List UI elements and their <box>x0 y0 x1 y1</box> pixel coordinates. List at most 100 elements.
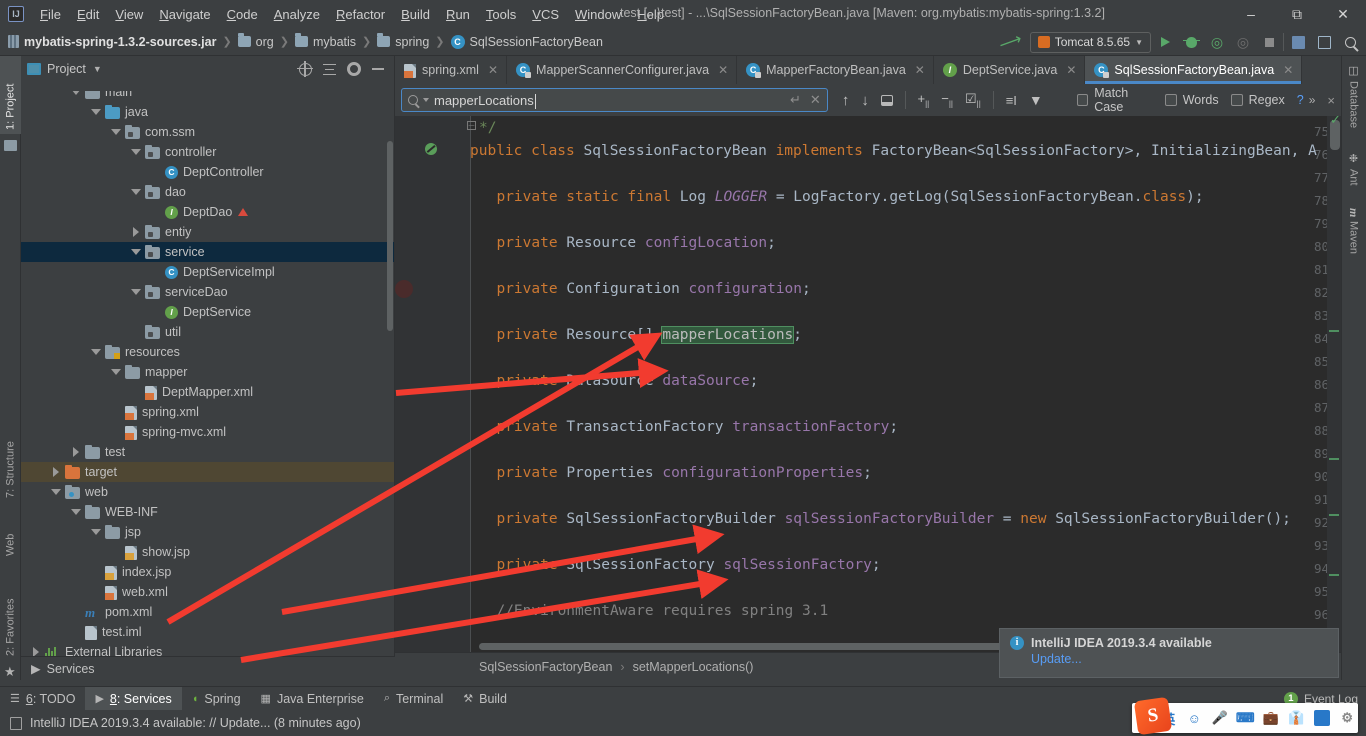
tree-node-util[interactable]: util <box>21 322 394 342</box>
sidebar-item-favorites[interactable]: 2: Favorites <box>0 568 21 660</box>
breadcrumb-item-mybatis[interactable]: mybatis <box>294 33 356 49</box>
close-icon[interactable]: ✕ <box>718 63 728 77</box>
breadcrumb-item-sqlsessionfactorybean[interactable]: C SqlSessionFactoryBean <box>450 34 603 49</box>
match-case-checkbox[interactable]: Match Case <box>1077 86 1152 114</box>
stripe-marker[interactable] <box>1329 330 1339 332</box>
tree-node-show-jsp[interactable]: show.jsp <box>21 542 394 562</box>
filter-icon[interactable]: ▼ <box>1029 92 1043 108</box>
chevron-down-icon[interactable] <box>91 109 101 115</box>
sidebar-item-web[interactable]: Web <box>0 508 21 560</box>
close-icon[interactable]: ✕ <box>488 63 498 77</box>
editor-horizontal-scrollbar[interactable] <box>479 643 1089 650</box>
chevron-down-icon[interactable] <box>131 249 141 255</box>
breadcrumb-item-mybatis-spring-1-3-2-sources-jar[interactable]: mybatis-spring-1.3.2-sources.jar <box>8 35 216 49</box>
select-opened-file-button[interactable] <box>1312 30 1336 54</box>
breadcrumb-method[interactable]: setMapperLocations() <box>633 660 754 674</box>
chevron-right-icon[interactable] <box>73 447 79 457</box>
find-help-icon[interactable]: ? <box>1297 93 1304 107</box>
menu-item-file[interactable]: File <box>32 3 69 26</box>
clear-icon[interactable]: ✕ <box>810 92 821 108</box>
tree-node-java[interactable]: java <box>21 102 394 122</box>
words-checkbox[interactable]: Words <box>1164 93 1219 107</box>
stripe-marker[interactable] <box>1329 458 1339 460</box>
editor-gutter[interactable] <box>395 116 471 652</box>
select-all-occurrences-toggle-icon[interactable]: ☑|| <box>965 91 981 109</box>
tree-node-external-libraries[interactable]: External Libraries <box>21 642 394 656</box>
menu-item-vcs[interactable]: VCS <box>524 3 567 26</box>
chevron-right-icon[interactable] <box>133 227 139 237</box>
tree-node-target[interactable]: target <box>21 462 394 482</box>
tree-node-service[interactable]: service <box>21 242 394 262</box>
code-line[interactable]: private DataSource dataSource; <box>479 373 758 389</box>
tree-node-main[interactable]: main <box>21 91 394 102</box>
balloon-update-link[interactable]: Update... <box>1031 652 1328 666</box>
tree-node-pom-xml[interactable]: m pom.xml <box>21 602 394 622</box>
sidebar-item-project[interactable]: 1: Project <box>0 56 21 134</box>
debug-button[interactable] <box>1179 30 1203 54</box>
menu-item-build[interactable]: Build <box>393 3 438 26</box>
stripe-marker[interactable] <box>1329 574 1339 576</box>
smiley-icon[interactable]: ☺ <box>1184 707 1206 729</box>
regex-checkbox[interactable]: Regex <box>1230 93 1285 107</box>
code-line[interactable]: private Properties configurationProperti… <box>479 465 871 481</box>
tree-node-deptserviceimpl[interactable]: C DeptServiceImpl <box>21 262 394 282</box>
code-line[interactable]: private SqlSessionFactoryBuilder sqlSess… <box>479 511 1290 527</box>
inspection-ok-icon[interactable]: ✓ <box>1330 112 1341 128</box>
notification-balloon[interactable]: i IntelliJ IDEA 2019.3.4 available Updat… <box>999 628 1339 678</box>
chevron-right-icon[interactable] <box>33 647 39 656</box>
filter-lines-icon[interactable]: ≡I <box>1006 93 1017 108</box>
tab-spring-xml[interactable]: spring.xml ✕ <box>395 56 508 84</box>
run-with-coverage-button[interactable]: ◎ <box>1205 30 1229 54</box>
chevron-down-icon[interactable] <box>71 91 81 95</box>
chevron-right-icon[interactable] <box>53 467 59 477</box>
code-line[interactable]: public class SqlSessionFactoryBean imple… <box>470 143 1317 159</box>
breadcrumb-item-org[interactable]: org <box>237 33 274 49</box>
gear-icon[interactable] <box>347 62 361 76</box>
green-bookmark-icon[interactable] <box>425 143 437 155</box>
tree-node-controller[interactable]: controller <box>21 142 394 162</box>
chevron-down-icon[interactable] <box>51 489 61 495</box>
bottom-tool-window-todo[interactable]: ☰ 6: TODO <box>0 687 85 711</box>
add-selection-icon[interactable]: +|| <box>917 91 929 109</box>
select-all-occurrences-icon[interactable] <box>880 94 893 106</box>
sidebar-item-database[interactable]: ◫ Database <box>1341 60 1366 140</box>
keyboard-icon[interactable]: ⌨ <box>1235 707 1257 729</box>
tree-node-spring-mvc-xml[interactable]: spring-mvc.xml <box>21 422 394 442</box>
tree-node-deptservice[interactable]: I DeptService <box>21 302 394 322</box>
bottom-tool-window-terminal[interactable]: ⌕ Terminal <box>374 687 453 711</box>
tree-node-entiy[interactable]: entiy <box>21 222 394 242</box>
menu-item-tools[interactable]: Tools <box>478 3 524 26</box>
tree-node-jsp[interactable]: jsp <box>21 522 394 542</box>
tree-node-dao[interactable]: dao <box>21 182 394 202</box>
sidebar-item-structure[interactable]: 7: Structure <box>0 416 21 502</box>
code-line[interactable]: private Resource[] mapperLocations; <box>479 326 802 344</box>
chevron-down-icon[interactable] <box>111 369 121 375</box>
menu-item-code[interactable]: Code <box>219 3 266 26</box>
code-line[interactable]: private static final Log LOGGER = LogFac… <box>479 189 1203 205</box>
bottom-tool-window-build[interactable]: ⚒ Build <box>453 687 517 711</box>
tree-node-mapper[interactable]: mapper <box>21 362 394 382</box>
menu-item-run[interactable]: Run <box>438 3 478 26</box>
notification-icon[interactable] <box>10 716 22 730</box>
project-tree[interactable]: main java com.ssm controller C DeptController… <box>21 82 394 656</box>
find-previous-icon[interactable]: ↑ <box>842 92 850 109</box>
restore-button[interactable]: ⧉ <box>1274 0 1320 28</box>
code-line[interactable]: //EnvironmentAware requires spring 3.1 <box>479 603 828 619</box>
tree-node-web-xml[interactable]: web.xml <box>21 582 394 602</box>
tree-node-test-iml[interactable]: test.iml <box>21 622 394 642</box>
error-stripe-marker-bar[interactable] <box>1327 116 1341 652</box>
collapse-all-icon[interactable] <box>323 63 336 75</box>
project-structure-button[interactable] <box>1286 30 1310 54</box>
chevron-down-icon[interactable] <box>71 509 81 515</box>
chevron-down-icon[interactable] <box>131 189 141 195</box>
close-icon[interactable]: ✕ <box>1283 63 1293 77</box>
status-message[interactable]: IntelliJ IDEA 2019.3.4 available: // Upd… <box>30 716 361 730</box>
back-arrow-icon[interactable]: ⟶ <box>990 27 1030 58</box>
tab-mapperfactorybean-java[interactable]: C MapperFactoryBean.java ✕ <box>737 56 934 84</box>
sogou-logo-icon[interactable]: S <box>1133 696 1173 736</box>
tree-node-deptmapper-xml[interactable]: DeptMapper.xml <box>21 382 394 402</box>
run-button[interactable] <box>1153 30 1177 54</box>
remove-selection-icon[interactable]: −|| <box>941 91 953 109</box>
find-close-icon[interactable]: × <box>1327 93 1335 108</box>
code-editor[interactable]: 75 76 77 78 79 80 81 82 83 84 85 86 87 88 89 90 91 92 93 94… <box>395 116 1341 652</box>
